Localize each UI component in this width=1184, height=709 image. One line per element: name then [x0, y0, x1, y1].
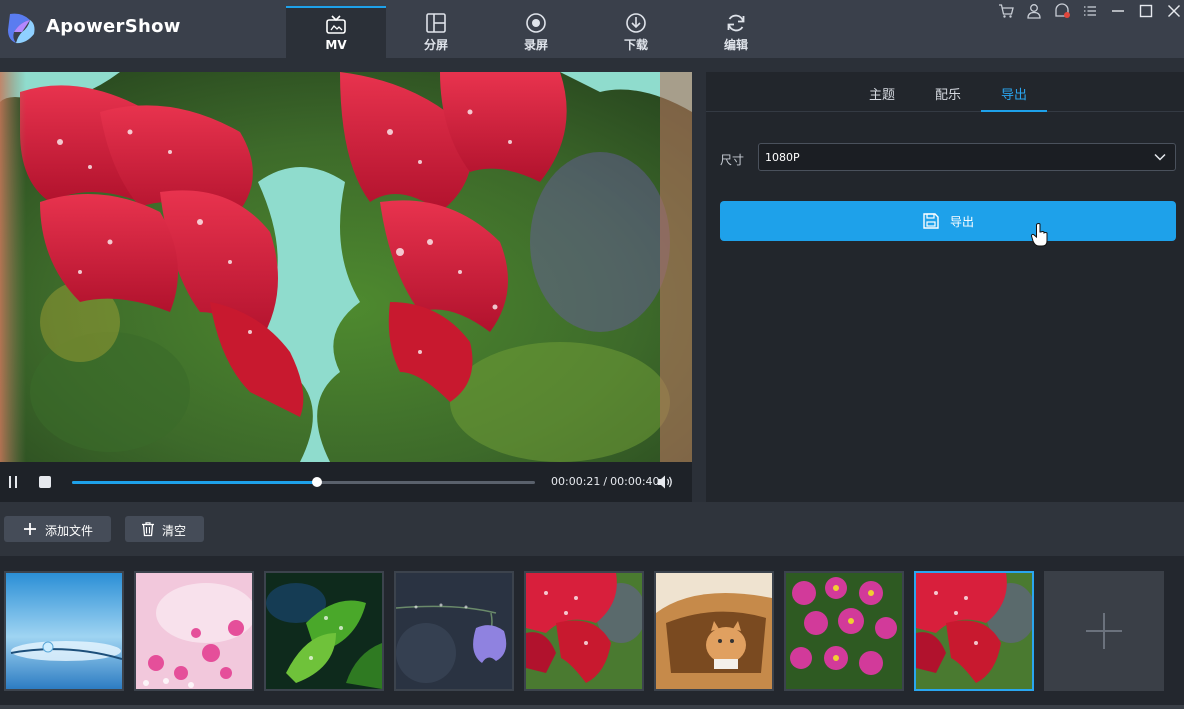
refresh-icon	[727, 14, 745, 32]
user-icon[interactable]	[1025, 2, 1043, 20]
nav-tab-download[interactable]: 下载	[586, 6, 686, 58]
thumbnail-pink-flowers[interactable]	[134, 571, 254, 691]
thumbnail-image	[656, 573, 772, 689]
split-screen-icon	[426, 13, 446, 33]
thumbnail-green-leaves[interactable]	[264, 571, 384, 691]
preview-image	[0, 72, 692, 462]
tab-theme[interactable]: 主题	[849, 72, 915, 112]
thumbnail-image	[786, 573, 902, 689]
time-separator: /	[603, 475, 608, 488]
thumbnail-red-gerbera[interactable]	[524, 571, 644, 691]
total-time: 00:00:40	[610, 475, 660, 488]
tab-music[interactable]: 配乐	[915, 72, 981, 112]
nav-tab-label: 下载	[623, 38, 648, 52]
nav-tab-label: 录屏	[523, 38, 548, 52]
close-icon[interactable]	[1165, 2, 1183, 20]
message-icon[interactable]	[1053, 2, 1071, 20]
thumbnail-pink-tulips[interactable]	[784, 571, 904, 691]
minimize-icon[interactable]	[1109, 2, 1127, 20]
progress-bar[interactable]	[72, 477, 535, 487]
settings-panel: 主题 配乐 导出 尺寸 1080P 导出	[706, 72, 1184, 502]
thumbnail-image	[916, 573, 1032, 689]
save-icon	[923, 213, 939, 229]
time-display: 00:00:21/00:00:40	[551, 475, 660, 488]
app-logo-icon	[8, 13, 35, 44]
clear-button[interactable]: 清空	[125, 516, 204, 542]
media-thumbnails	[0, 556, 1184, 709]
title-bar: ApowerShow MV 分屏 录屏 下载 编辑	[0, 0, 1184, 58]
record-icon	[526, 13, 546, 33]
export-button[interactable]: 导出	[720, 201, 1176, 241]
progress-fill	[72, 481, 318, 484]
tv-icon	[326, 15, 346, 34]
plus-icon	[24, 523, 36, 535]
plus-icon	[1086, 613, 1122, 649]
nav-tab-mv[interactable]: MV	[286, 6, 386, 58]
thumbnail-image	[396, 573, 512, 689]
thumbnail-image	[6, 573, 122, 689]
thumbnail-red-gerbera-selected[interactable]	[914, 571, 1034, 691]
stop-icon[interactable]	[38, 475, 52, 489]
file-toolbar: 添加文件 清空	[0, 502, 1184, 556]
thumbnail-kitten-in-bag[interactable]	[654, 571, 774, 691]
cart-icon[interactable]	[997, 2, 1015, 20]
size-select[interactable]: 1080P	[758, 143, 1176, 171]
add-file-button[interactable]: 添加文件	[4, 516, 111, 542]
thumbnail-purple-bellflower[interactable]	[394, 571, 514, 691]
trash-icon	[142, 522, 154, 537]
pause-icon[interactable]	[6, 475, 20, 489]
volume-icon[interactable]	[656, 474, 674, 490]
panel-tabs: 主题 配乐 导出	[706, 72, 1184, 112]
app-name: ApowerShow	[46, 16, 181, 37]
progress-handle[interactable]	[312, 477, 323, 487]
current-time: 00:00:21	[551, 475, 601, 488]
thumbnail-water-droplet[interactable]	[4, 571, 124, 691]
tab-export[interactable]: 导出	[981, 72, 1047, 112]
thumbnail-image	[266, 573, 382, 689]
nav-tab-label: 分屏	[423, 38, 448, 52]
chevron-down-icon	[1154, 153, 1166, 161]
nav-tab-record[interactable]: 录屏	[486, 6, 586, 58]
size-label: 尺寸	[720, 153, 745, 167]
clear-label: 清空	[162, 524, 187, 538]
size-value: 1080P	[765, 151, 800, 164]
download-icon	[626, 13, 646, 33]
bottom-strip	[0, 705, 1184, 709]
thumbnail-image	[136, 573, 252, 689]
video-preview[interactable]	[0, 72, 692, 462]
nav-tab-label: 编辑	[723, 38, 748, 52]
player-controls: 00:00:21/00:00:40	[0, 462, 692, 502]
nav-tab-edit[interactable]: 编辑	[686, 6, 786, 58]
nav-tab-split-screen[interactable]: 分屏	[386, 6, 486, 58]
thumbnail-image	[526, 573, 642, 689]
add-file-label: 添加文件	[45, 524, 94, 538]
hand-cursor-icon	[1030, 223, 1048, 247]
nav-tab-label: MV	[325, 38, 347, 52]
export-button-label: 导出	[950, 215, 975, 229]
add-media-slot[interactable]	[1044, 571, 1164, 691]
maximize-icon[interactable]	[1137, 2, 1155, 20]
menu-icon[interactable]	[1081, 2, 1099, 20]
